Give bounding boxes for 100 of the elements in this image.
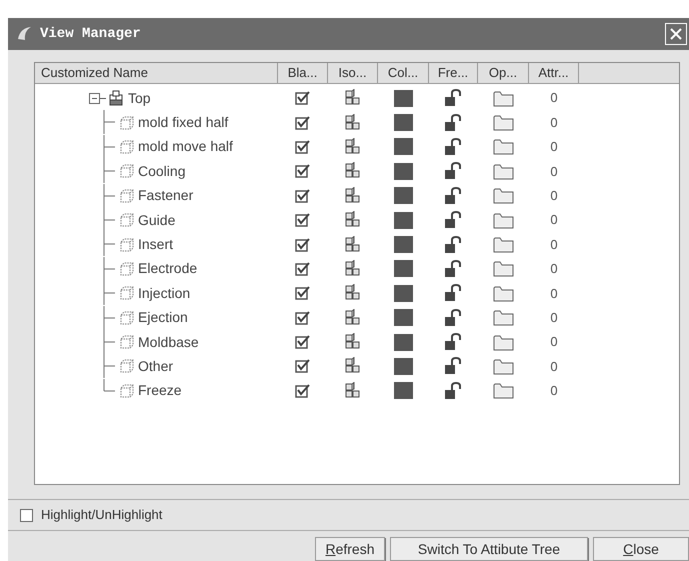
color-swatch[interactable] [394,138,413,156]
unlocked-padlock-icon[interactable] [444,308,464,327]
folder-icon[interactable] [493,212,514,229]
color-swatch[interactable] [394,187,413,204]
blocks-icon[interactable] [344,162,362,180]
dialog-button[interactable]: Close [593,537,689,561]
blocks-icon[interactable] [344,211,362,230]
cube-icon [119,310,135,326]
blocks-icon[interactable] [344,89,362,108]
checkbox-checked-icon[interactable] [295,188,311,203]
folder-icon[interactable] [493,334,514,351]
color-swatch[interactable] [394,90,413,107]
tree-item[interactable]: Fastener [138,185,194,206]
unlocked-padlock-icon[interactable] [444,357,464,376]
unlocked-padlock-icon[interactable] [444,162,464,180]
blocks-icon[interactable] [344,382,362,400]
color-swatch[interactable] [394,162,413,180]
tree-item[interactable]: Guide [138,210,176,231]
color-swatch[interactable] [394,284,413,302]
color-swatch[interactable] [394,236,413,254]
tree-item[interactable]: Moldbase [138,332,199,353]
close-button[interactable] [665,23,687,45]
blocks-icon[interactable] [344,357,362,376]
checkbox[interactable] [20,508,33,522]
tree-item[interactable]: Ejection [138,307,188,328]
tree-item[interactable]: Cooling [138,160,186,182]
folder-icon[interactable] [493,260,514,278]
tree-item[interactable]: Injection [138,282,190,304]
dialog-button[interactable]: Switch To Attibute Tree [390,537,588,561]
folder-icon[interactable] [493,358,514,375]
collapse-icon[interactable] [89,92,107,104]
unlocked-padlock-icon[interactable] [444,260,464,278]
column-header[interactable]: Customized Name [35,63,278,83]
folder-icon[interactable] [493,309,514,326]
checkbox-checked-icon[interactable] [295,335,311,350]
color-swatch[interactable] [394,358,413,375]
unlocked-padlock-icon[interactable] [444,89,464,108]
checkbox-checked-icon[interactable] [295,116,311,130]
assembly-icon [109,90,125,106]
folder-icon[interactable] [493,138,514,156]
color-swatch[interactable] [394,114,413,132]
tree-item[interactable]: mold fixed half [138,112,228,134]
folder-icon[interactable] [493,284,514,302]
color-swatch[interactable] [394,334,413,351]
blocks-icon[interactable] [344,308,362,327]
blocks-icon[interactable] [344,333,362,352]
folder-icon[interactable] [493,236,514,254]
blocks-icon[interactable] [344,138,362,156]
table-cell-text: 0 [550,162,558,181]
color-swatch[interactable] [394,260,413,278]
tree-item[interactable]: Other [138,356,174,377]
column-header[interactable]: Bla... [278,63,328,83]
unlocked-padlock-icon[interactable] [444,382,464,400]
unlocked-padlock-icon[interactable] [444,114,464,132]
unlocked-padlock-icon[interactable] [444,333,464,352]
checkbox-checked-icon[interactable] [295,359,311,374]
tree-line [103,159,117,184]
blocks-icon[interactable] [344,114,362,132]
checkbox-checked-icon[interactable] [295,91,311,106]
checkbox-checked-icon[interactable] [295,140,311,154]
unlocked-padlock-icon[interactable] [444,186,464,205]
tree-line [103,208,117,232]
color-swatch[interactable] [394,382,413,400]
table-cell-text: 0 [550,114,558,132]
unlocked-padlock-icon[interactable] [444,138,464,156]
folder-icon[interactable] [493,187,514,204]
unlocked-padlock-icon[interactable] [444,236,464,254]
folder-icon[interactable] [493,382,514,400]
checkbox-checked-icon[interactable] [295,384,311,398]
blocks-icon[interactable] [344,186,362,205]
unlocked-padlock-icon[interactable] [444,211,464,230]
checkbox-checked-icon[interactable] [295,262,311,276]
folder-icon[interactable] [493,162,514,180]
checkbox-checked-icon[interactable] [295,286,311,300]
table-cell-text: 0 [550,382,558,400]
tree-item[interactable]: mold move half [138,136,233,158]
color-swatch[interactable] [394,309,413,326]
color-swatch[interactable] [394,212,413,229]
blocks-icon[interactable] [344,284,362,302]
tree-item[interactable]: Insert [138,234,174,256]
unlocked-padlock-icon[interactable] [444,284,464,302]
blocks-icon[interactable] [344,260,362,278]
checkbox-checked-icon[interactable] [295,213,311,228]
checkbox-checked-icon[interactable] [295,164,311,178]
checkbox-checked-icon[interactable] [295,310,311,325]
column-header[interactable]: Iso... [328,63,378,83]
folder-icon[interactable] [493,90,514,107]
cube-icon [119,188,135,204]
column-header[interactable]: Attr... [529,63,579,83]
column-header[interactable]: Fre... [429,63,478,83]
tree-item[interactable]: Freeze [138,380,182,402]
dialog-button[interactable]: Refresh [315,537,385,561]
tree-item[interactable]: Electrode [138,258,198,280]
checkbox-checked-icon[interactable] [295,238,311,252]
column-header[interactable]: Col... [378,63,429,83]
tree-item[interactable]: Top [128,88,151,109]
column-header[interactable]: Op... [478,63,529,83]
blocks-icon[interactable] [344,236,362,254]
window-title: View Manager [40,24,141,44]
folder-icon[interactable] [493,114,514,132]
